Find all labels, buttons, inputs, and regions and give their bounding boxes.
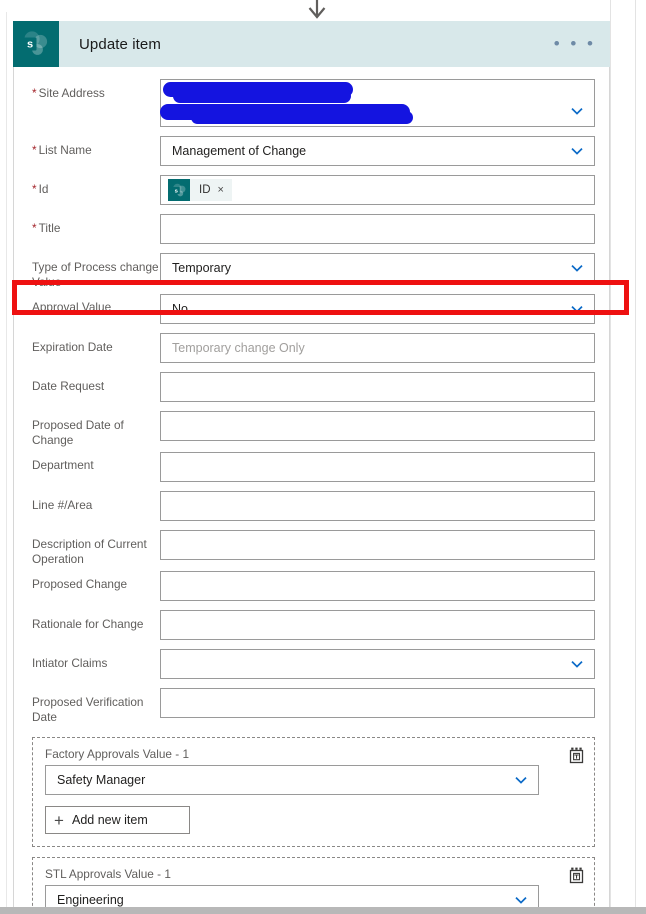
stl-approvals-value: Engineering — [57, 893, 124, 907]
field-row-line-area: Line #/Area — [14, 491, 609, 521]
svg-text:s: s — [27, 39, 33, 51]
list-name-dropdown[interactable]: Management of Change — [160, 136, 595, 166]
required-asterisk: * — [32, 182, 37, 196]
field-row-site-address: *Site Address /QA — [14, 79, 609, 127]
expiration-date-input[interactable]: Temporary change Only — [160, 333, 595, 363]
add-new-item-label: Add new item — [72, 813, 148, 827]
chevron-down-icon[interactable] — [568, 655, 586, 673]
field-label-proposed-date-of-change: Proposed Date of Change — [32, 418, 124, 447]
chevron-down-icon[interactable] — [568, 300, 586, 318]
field-label-expiration-date: Expiration Date — [32, 340, 113, 354]
flow-designer-canvas: s Update item • • • *Site Address /QA — [0, 0, 646, 914]
proposed-verification-date-input[interactable] — [160, 688, 595, 718]
field-label-description-of-current-operation: Description of Current Operation — [32, 537, 147, 566]
required-asterisk: * — [32, 221, 37, 235]
intiator-claims-dropdown[interactable] — [160, 649, 595, 679]
chevron-down-icon[interactable] — [568, 259, 586, 277]
group-title-factory-approvals: Factory Approvals Value - 1 — [45, 747, 190, 761]
field-label-proposed-verification-date: Proposed Verification Date — [32, 695, 144, 724]
list-name-value: Management of Change — [172, 144, 307, 158]
action-parameters-form: *Site Address /QA *List Name — [14, 67, 609, 907]
description-of-current-operation-input[interactable] — [160, 530, 595, 560]
type-of-process-change-value: Temporary — [172, 261, 232, 275]
required-asterisk: * — [32, 86, 37, 100]
approval-value-value: No — [172, 302, 188, 316]
field-label-title: * Title — [32, 221, 61, 235]
line-area-input[interactable] — [160, 491, 595, 521]
proposed-date-of-change-input[interactable] — [160, 411, 595, 441]
rationale-for-change-input[interactable] — [160, 610, 595, 640]
field-row-intiator-claims: Intiator Claims — [14, 649, 609, 679]
delete-item-icon[interactable] — [568, 866, 585, 884]
canvas-rule-left — [6, 12, 7, 914]
date-request-input[interactable] — [160, 372, 595, 402]
plus-icon: + — [54, 810, 64, 830]
expiration-date-placeholder: Temporary change Only — [172, 341, 305, 355]
field-label-department: Department — [32, 458, 94, 472]
overflow-menu-icon[interactable]: • • • — [554, 35, 596, 52]
approval-value-dropdown[interactable]: No — [160, 294, 595, 324]
chevron-down-icon[interactable] — [512, 771, 530, 789]
field-row-date-request: Date Request — [14, 372, 609, 402]
repeating-group-factory-approvals: Factory Approvals Value - 1 Safety Manag… — [32, 737, 595, 847]
group-title-stl-approvals: STL Approvals Value - 1 — [45, 867, 171, 881]
field-label-rationale-for-change: Rationale for Change — [32, 617, 144, 631]
add-new-item-button-factory-approvals[interactable]: + Add new item — [45, 806, 190, 834]
field-label-type-of-process-change-value: Type of Process change Value — [32, 260, 159, 289]
field-label-id: * Id — [32, 182, 49, 196]
field-label-proposed-change: Proposed Change — [32, 577, 128, 591]
field-row-rationale-for-change: Rationale for Change — [14, 610, 609, 640]
field-row-expiration-date: Expiration Date Temporary change Only — [14, 333, 609, 363]
chevron-down-icon[interactable] — [512, 891, 530, 907]
field-label-intiator-claims: Intiator Claims — [32, 656, 108, 670]
canvas-rule-right-inner — [610, 0, 611, 914]
redaction-bar-2 — [173, 89, 351, 103]
field-row-type-of-process-change-value: Type of Process change Value Temporary — [14, 253, 609, 290]
delete-item-icon[interactable] — [568, 746, 585, 764]
chevron-down-icon[interactable] — [568, 142, 586, 160]
field-row-department: Department — [14, 452, 609, 482]
field-row-title: * Title — [14, 214, 609, 244]
redaction-bar-4 — [191, 111, 413, 124]
canvas-rule-right-outer — [635, 0, 636, 914]
sharepoint-icon: s — [13, 21, 59, 67]
field-label-approval-value: Approval Value — [32, 300, 112, 314]
factory-approvals-value: Safety Manager — [57, 773, 146, 787]
chevron-down-icon[interactable] — [568, 102, 586, 120]
field-label-list-name: * List Name — [32, 143, 92, 157]
required-asterisk: * — [32, 143, 37, 157]
field-row-proposed-change: Proposed Change — [14, 571, 609, 601]
factory-approvals-dropdown[interactable]: Safety Manager — [45, 765, 539, 795]
action-title: Update item — [79, 35, 161, 53]
field-row-proposed-date-of-change: Proposed Date of Change — [14, 411, 609, 448]
field-label-site-address: * Site Address — [32, 86, 105, 100]
arrow-down-icon — [308, 0, 326, 19]
action-card-header[interactable]: s Update item • • • — [13, 21, 610, 67]
field-row-list-name: * List Name Management of Change — [14, 136, 609, 166]
type-of-process-change-dropdown[interactable]: Temporary — [160, 253, 595, 283]
token-label: ID — [199, 184, 211, 196]
proposed-change-input[interactable] — [160, 571, 595, 601]
sharepoint-icon: s — [168, 179, 190, 201]
window-bottom-chrome — [0, 907, 646, 914]
id-input[interactable]: s ID × — [160, 175, 595, 205]
field-row-description-of-current-operation: Description of Current Operation — [14, 530, 609, 567]
field-label-line-area: Line #/Area — [32, 498, 93, 512]
field-label-date-request: Date Request — [32, 379, 105, 393]
title-input[interactable] — [160, 214, 595, 244]
close-icon[interactable]: × — [218, 184, 232, 196]
repeating-group-stl-approvals: STL Approvals Value - 1 Engineering + Ad… — [32, 857, 595, 907]
department-input[interactable] — [160, 452, 595, 482]
field-row-proposed-verification-date: Proposed Verification Date — [14, 688, 609, 725]
stl-approvals-dropdown[interactable]: Engineering — [45, 885, 539, 907]
site-address-dropdown[interactable]: /QA — [160, 79, 595, 127]
dynamic-content-token[interactable]: s ID × — [168, 179, 232, 201]
field-row-approval-value: Approval Value No — [14, 294, 609, 324]
field-row-id: * Id s ID × — [14, 175, 609, 205]
